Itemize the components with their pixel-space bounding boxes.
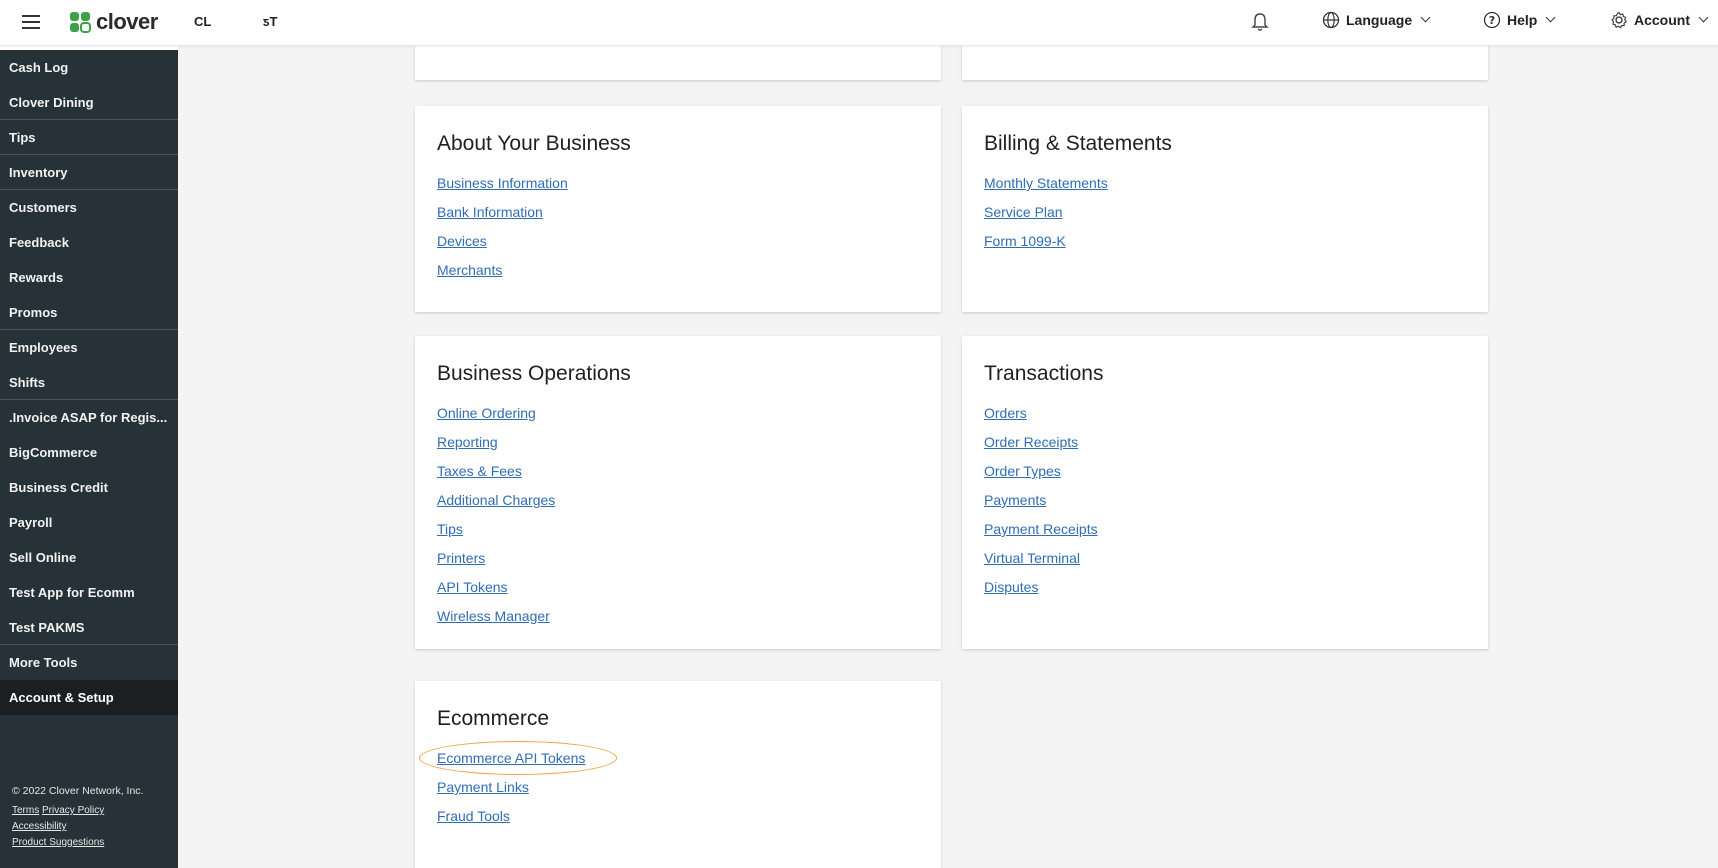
link-taxes-fees[interactable]: Taxes & Fees [437,462,555,491]
help-menu[interactable]: ? Help [1483,11,1556,29]
sidebar-item-business-credit[interactable]: Business Credit [0,470,178,505]
accessibility-link[interactable]: Accessibility [12,821,66,832]
card-billing-statements: Billing & Statements Monthly Statements … [962,106,1488,312]
sidebar-item-rewards[interactable]: Rewards [0,260,178,295]
help-label: Help [1507,12,1538,28]
product-suggestions-link[interactable]: Product Suggestions [12,837,104,848]
link-additional-charges[interactable]: Additional Charges [437,491,555,520]
clover-leaf-icon [70,12,91,33]
sidebar-footer: © 2022 Clover Network, Inc. Terms Privac… [12,783,143,851]
card-title: Ecommerce [437,707,550,730]
sidebar-item-customers[interactable]: Customers [0,190,178,225]
sidebar-item-sell-online[interactable]: Sell Online [0,540,178,575]
main-content: About Your Business Business Information… [178,46,1718,868]
sidebar-item-employees[interactable]: Employees [0,330,178,365]
sidebar-item-invoice-asap[interactable]: .Invoice ASAP for Regis... [0,400,178,435]
link-payments[interactable]: Payments [984,491,1098,520]
sidebar-item-promos[interactable]: Promos [0,295,178,330]
card-partial-left [415,46,941,80]
link-orders[interactable]: Orders [984,404,1098,433]
account-menu[interactable]: Account [1610,11,1709,29]
link-fraud-tools[interactable]: Fraud Tools [437,807,585,836]
card-partial-right [962,46,1488,80]
link-ecommerce-api-tokens[interactable]: Ecommerce API Tokens [437,749,585,778]
card-title: Transactions [984,362,1104,385]
link-form-1099k[interactable]: Form 1099-K [984,232,1108,261]
svg-text:?: ? [1489,14,1495,27]
sidebar-item-feedback[interactable]: Feedback [0,225,178,260]
hamburger-menu-icon[interactable] [22,15,40,29]
link-business-information[interactable]: Business Information [437,174,568,203]
account-label: Account [1634,12,1690,28]
notification-bell-icon[interactable] [1250,11,1270,33]
chevron-down-icon [1545,12,1556,23]
link-order-types[interactable]: Order Types [984,462,1098,491]
link-disputes[interactable]: Disputes [984,578,1098,607]
gear-icon [1611,11,1628,29]
sidebar: Cash Log Clover Dining Tips Inventory Cu… [0,50,178,868]
link-bank-information[interactable]: Bank Information [437,203,568,232]
chevron-down-icon [1698,12,1709,23]
language-label: Language [1346,12,1413,28]
brand-name: clover [96,9,158,34]
link-printers[interactable]: Printers [437,549,555,578]
card-ecommerce: Ecommerce Ecommerce API Tokens Payment L… [415,681,941,868]
link-monthly-statements[interactable]: Monthly Statements [984,174,1108,203]
card-title: Billing & Statements [984,132,1172,155]
globe-icon [1322,11,1340,29]
link-api-tokens[interactable]: API Tokens [437,578,555,607]
clover-logo[interactable]: clover [68,9,158,35]
merchant-name-part-a[interactable]: CL [194,14,211,29]
sidebar-item-clover-dining[interactable]: Clover Dining [0,85,178,120]
sidebar-item-test-app-ecomm[interactable]: Test App for Ecomm [0,575,178,610]
merchant-name-part-b[interactable]: ƽT [263,14,277,29]
link-merchants[interactable]: Merchants [437,261,568,290]
link-devices[interactable]: Devices [437,232,568,261]
sidebar-item-test-pakms[interactable]: Test PAKMS [0,610,178,645]
link-payment-receipts[interactable]: Payment Receipts [984,520,1098,549]
top-header: clover CL ƽT Language ? Help Account [0,0,1718,46]
link-order-receipts[interactable]: Order Receipts [984,433,1098,462]
help-circle-icon: ? [1483,11,1501,29]
card-about-your-business: About Your Business Business Information… [415,106,941,312]
sidebar-item-payroll[interactable]: Payroll [0,505,178,540]
link-online-ordering[interactable]: Online Ordering [437,404,555,433]
card-title: About Your Business [437,132,631,155]
terms-link[interactable]: Terms [12,805,39,816]
sidebar-item-more-tools[interactable]: More Tools [0,645,178,680]
language-menu[interactable]: Language [1322,11,1431,29]
privacy-policy-link[interactable]: Privacy Policy [42,805,104,816]
copyright-text: © 2022 Clover Network, Inc. [12,785,144,797]
sidebar-item-cash-log[interactable]: Cash Log [0,50,178,85]
card-business-operations: Business Operations Online Ordering Repo… [415,336,941,649]
link-service-plan[interactable]: Service Plan [984,203,1108,232]
link-tips[interactable]: Tips [437,520,555,549]
chevron-down-icon [1420,12,1431,23]
card-title: Business Operations [437,362,631,385]
sidebar-item-bigcommerce[interactable]: BigCommerce [0,435,178,470]
sidebar-item-inventory[interactable]: Inventory [0,155,178,190]
link-payment-links[interactable]: Payment Links [437,778,585,807]
sidebar-item-shifts[interactable]: Shifts [0,365,178,400]
link-reporting[interactable]: Reporting [437,433,555,462]
link-wireless-manager[interactable]: Wireless Manager [437,607,555,636]
sidebar-item-tips[interactable]: Tips [0,120,178,155]
card-transactions: Transactions Orders Order Receipts Order… [962,336,1488,649]
sidebar-item-account-setup[interactable]: Account & Setup [0,680,178,715]
link-virtual-terminal[interactable]: Virtual Terminal [984,549,1098,578]
